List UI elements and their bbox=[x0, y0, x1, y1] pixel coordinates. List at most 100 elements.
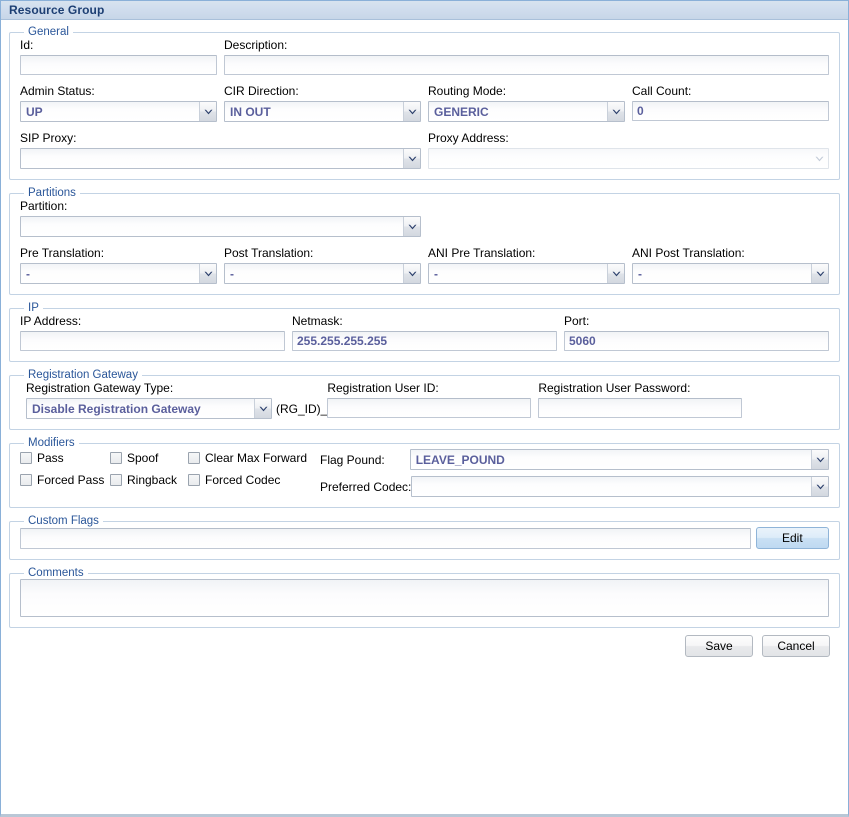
checkbox-clear-max-forward[interactable]: Clear Max Forward bbox=[188, 451, 307, 465]
custom-flags-input[interactable] bbox=[20, 527, 751, 549]
chevron-down-icon[interactable] bbox=[199, 264, 216, 283]
custom-flags-edit-button[interactable]: Edit bbox=[755, 527, 829, 549]
pre-translation-value: - bbox=[26, 266, 30, 281]
general-legend: General bbox=[28, 26, 69, 38]
ip-address-input[interactable] bbox=[20, 331, 285, 351]
call-count-input[interactable] bbox=[632, 101, 829, 121]
call-count-label: Call Count: bbox=[632, 84, 692, 98]
post-translation-select[interactable]: - bbox=[224, 263, 421, 284]
reg-user-password-input[interactable] bbox=[538, 398, 743, 418]
ani-post-translation-value: - bbox=[638, 266, 642, 281]
window-title: Resource Group bbox=[9, 3, 105, 17]
checkbox-box-icon[interactable] bbox=[110, 474, 122, 486]
chevron-down-icon[interactable] bbox=[811, 264, 828, 283]
routing-mode-select[interactable]: GENERIC bbox=[428, 101, 625, 122]
chevron-down-icon[interactable] bbox=[811, 450, 828, 469]
chevron-down-icon[interactable] bbox=[199, 102, 216, 121]
preferred-codec-select[interactable] bbox=[411, 476, 829, 497]
admin-status-select[interactable]: UP bbox=[20, 101, 217, 122]
ani-pre-translation-value: - bbox=[434, 266, 438, 281]
form-body: General Id: Description: Admin Status: U… bbox=[1, 20, 848, 815]
flag-pound-value: LEAVE_POUND bbox=[415, 452, 505, 467]
chevron-down-icon[interactable] bbox=[254, 399, 271, 418]
checkbox-forced-codec[interactable]: Forced Codec bbox=[188, 473, 280, 487]
chevron-down-icon[interactable] bbox=[403, 102, 420, 121]
description-input[interactable] bbox=[224, 55, 829, 75]
checkbox-clear-max-forward-label: Clear Max Forward bbox=[205, 451, 308, 465]
checkbox-spoof[interactable]: Spoof bbox=[110, 451, 188, 465]
chevron-down-icon[interactable] bbox=[403, 149, 420, 168]
comments-legend: Comments bbox=[28, 567, 84, 579]
modifiers-group: Modifiers Pass Spoof Clear Max Forward F… bbox=[9, 437, 840, 508]
save-button[interactable]: Save bbox=[685, 635, 753, 657]
routing-mode-label: Routing Mode: bbox=[428, 84, 507, 98]
pre-translation-label: Pre Translation: bbox=[20, 246, 105, 260]
flag-pound-label: Flag Pound: bbox=[320, 452, 385, 467]
registration-gateway-legend: Registration Gateway bbox=[28, 369, 138, 381]
partition-select[interactable] bbox=[20, 216, 421, 237]
pre-translation-select[interactable]: - bbox=[20, 263, 217, 284]
checkbox-forced-pass[interactable]: Forced Pass bbox=[20, 473, 110, 487]
cancel-button[interactable]: Cancel bbox=[762, 635, 830, 657]
reg-gateway-type-select[interactable]: Disable Registration Gateway bbox=[26, 398, 272, 419]
ip-legend: IP bbox=[28, 302, 39, 314]
id-input[interactable] bbox=[20, 55, 217, 75]
ani-post-translation-select[interactable]: - bbox=[632, 263, 829, 284]
comments-group: Comments bbox=[9, 567, 840, 628]
partitions-group: Partitions Partition: Pre Translation: - bbox=[9, 187, 840, 295]
chevron-down-icon bbox=[811, 149, 828, 168]
comments-textarea[interactable] bbox=[20, 579, 829, 617]
custom-flags-legend: Custom Flags bbox=[28, 515, 99, 527]
reg-gateway-type-value: Disable Registration Gateway bbox=[32, 401, 201, 416]
admin-status-value: UP bbox=[26, 104, 43, 119]
post-translation-value: - bbox=[230, 266, 234, 281]
window-titlebar: Resource Group bbox=[1, 1, 848, 20]
port-label: Port: bbox=[564, 314, 590, 328]
chevron-down-icon[interactable] bbox=[811, 477, 828, 496]
cir-direction-select[interactable]: IN OUT bbox=[224, 101, 421, 122]
ani-pre-translation-select[interactable]: - bbox=[428, 263, 625, 284]
description-label: Description: bbox=[224, 38, 288, 52]
reg-user-id-input[interactable] bbox=[327, 398, 532, 418]
chevron-down-icon[interactable] bbox=[607, 102, 624, 121]
modifiers-legend: Modifiers bbox=[28, 437, 75, 449]
partition-label: Partition: bbox=[20, 199, 68, 213]
ip-group: IP IP Address: Netmask: Port: bbox=[9, 302, 840, 362]
ani-post-translation-label: ANI Post Translation: bbox=[632, 246, 745, 260]
netmask-label: Netmask: bbox=[292, 314, 343, 328]
checkbox-box-icon[interactable] bbox=[188, 452, 200, 464]
checkbox-box-icon[interactable] bbox=[188, 474, 200, 486]
checkbox-forced-pass-label: Forced Pass bbox=[37, 473, 105, 487]
sip-proxy-select[interactable] bbox=[20, 148, 421, 169]
resource-group-window: Resource Group General Id: Description: … bbox=[0, 0, 849, 817]
checkbox-box-icon[interactable] bbox=[20, 474, 32, 486]
reg-gateway-type-label: Registration Gateway Type: bbox=[26, 381, 174, 395]
form-footer: Save Cancel bbox=[9, 635, 840, 657]
general-group: General Id: Description: Admin Status: U… bbox=[9, 26, 840, 180]
cir-direction-value: IN OUT bbox=[230, 104, 271, 119]
checkbox-ringback-label: Ringback bbox=[127, 473, 178, 487]
checkbox-spoof-label: Spoof bbox=[127, 451, 159, 465]
reg-user-password-label: Registration User Password: bbox=[538, 381, 691, 395]
flag-pound-select[interactable]: LEAVE_POUND bbox=[409, 449, 829, 470]
port-input[interactable] bbox=[564, 331, 829, 351]
ani-pre-translation-label: ANI Pre Translation: bbox=[428, 246, 536, 260]
netmask-input[interactable] bbox=[292, 331, 557, 351]
admin-status-label: Admin Status: bbox=[20, 84, 95, 98]
id-label: Id: bbox=[20, 38, 34, 52]
chevron-down-icon[interactable] bbox=[403, 264, 420, 283]
preferred-codec-label: Preferred Codec: bbox=[320, 479, 412, 494]
chevron-down-icon[interactable] bbox=[403, 217, 420, 236]
checkbox-box-icon[interactable] bbox=[110, 452, 122, 464]
registration-gateway-group: Registration Gateway Registration Gatewa… bbox=[9, 369, 840, 430]
checkbox-pass-label: Pass bbox=[37, 451, 64, 465]
reg-user-id-prefix: (RG_ID)_ bbox=[276, 402, 328, 416]
routing-mode-value: GENERIC bbox=[434, 104, 489, 119]
checkbox-pass[interactable]: Pass bbox=[20, 451, 110, 465]
checkbox-box-icon[interactable] bbox=[20, 452, 32, 464]
cir-direction-label: CIR Direction: bbox=[224, 84, 299, 98]
checkbox-ringback[interactable]: Ringback bbox=[110, 473, 188, 487]
custom-flags-group: Custom Flags Edit bbox=[9, 515, 840, 560]
chevron-down-icon[interactable] bbox=[607, 264, 624, 283]
ip-address-label: IP Address: bbox=[20, 314, 82, 328]
